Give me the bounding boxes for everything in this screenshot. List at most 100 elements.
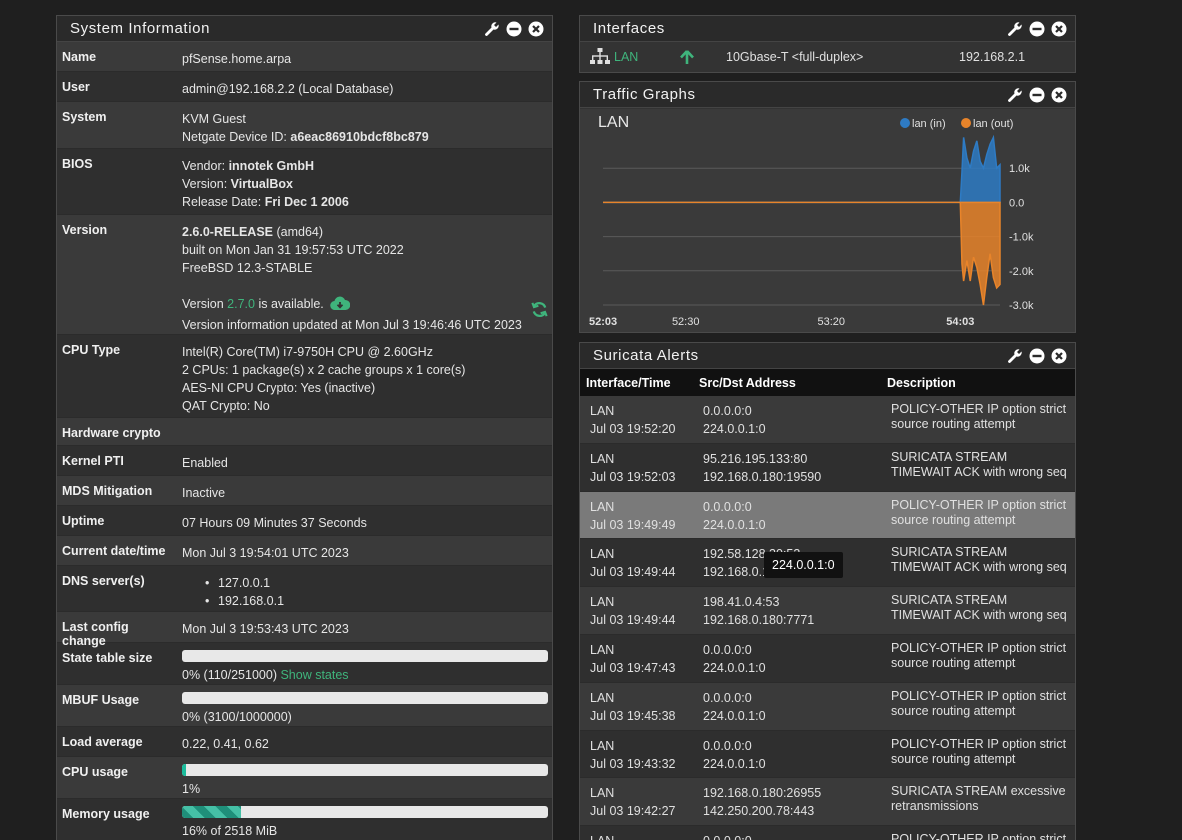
alert-time: Jul 03 19:47:43 bbox=[590, 660, 676, 675]
wrench-icon[interactable] bbox=[483, 20, 500, 37]
row-label: Name bbox=[62, 50, 97, 64]
alert-dst[interactable]: 142.250.200.78:443 bbox=[703, 802, 887, 820]
traffic-chart-svg: LAN lan (in) lan (out) 1.0k 0.0 -1.0k -2.0k… bbox=[589, 114, 1034, 328]
traffic-graph: LAN lan (in) lan (out) 1.0k 0.0 -1.0k -2.0k… bbox=[580, 109, 1075, 332]
row-label: System bbox=[62, 110, 107, 124]
alert-dst[interactable]: 224.0.0.1:0 bbox=[703, 420, 887, 438]
row-value: 0% (3100/1000000) bbox=[177, 685, 552, 726]
alert-interface-time: LAN Jul 03 19:49:44 bbox=[580, 545, 699, 586]
legend-in-swatch bbox=[900, 118, 910, 128]
alert-interface: LAN bbox=[590, 642, 615, 657]
row-label: Last config change bbox=[62, 620, 129, 648]
y-tick-label: -2.0k bbox=[1009, 266, 1034, 278]
state-table-bar bbox=[182, 650, 548, 662]
close-icon[interactable] bbox=[1050, 20, 1067, 37]
col-header-interface-time: Interface/Time bbox=[586, 375, 671, 390]
alert-src[interactable]: 0.0.0.0:0 bbox=[703, 832, 887, 840]
alert-interface: LAN bbox=[590, 738, 615, 753]
dns-server: 127.0.0.1 bbox=[182, 574, 547, 592]
version-freebsd: FreeBSD 12.3-STABLE bbox=[182, 261, 313, 275]
alert-dst[interactable]: 224.0.0.1:0 bbox=[703, 755, 887, 773]
alert-addresses: 0.0.0.0:0 224.0.0.1:0 bbox=[699, 737, 887, 778]
row-cpu-type: CPU Type Intel(R) Core(TM) i7-9750H CPU … bbox=[57, 335, 552, 418]
alert-row[interactable]: LAN Jul 03 19:49:49 0.0.0.0:0 224.0.0.1:0 PO… bbox=[580, 491, 1075, 540]
alert-src[interactable]: 95.216.195.133:80 bbox=[703, 450, 887, 468]
row-label: Memory usage bbox=[62, 807, 150, 821]
row-value: Intel(R) Core(TM) i7-9750H CPU @ 2.60GHz… bbox=[177, 335, 552, 417]
x-tick-label: 52:30 bbox=[672, 316, 700, 328]
arrow-up-icon bbox=[680, 49, 726, 65]
show-states-link[interactable]: Show states bbox=[280, 668, 348, 682]
alert-description: SURICATA STREAM excessive retransmission… bbox=[891, 784, 1066, 814]
legend-in-label[interactable]: lan (in) bbox=[912, 118, 946, 130]
alert-interface-time: LAN Jul 03 19:42:27 bbox=[580, 784, 699, 825]
alert-row[interactable]: LAN Jul 03 19:45:38 0.0.0.0:0 224.0.0.1:0 PO… bbox=[580, 682, 1075, 731]
row-label: CPU Type bbox=[62, 343, 121, 357]
minimize-icon[interactable] bbox=[1028, 20, 1045, 37]
alert-row[interactable]: LAN Jul 03 19:49:44 198.41.0.4:53 192.168.0… bbox=[580, 587, 1075, 635]
minimize-icon[interactable] bbox=[505, 20, 522, 37]
alert-row[interactable]: LAN Jul 03 19:43:32 0.0.0.0:0 224.0.0.1:0 PO… bbox=[580, 730, 1075, 779]
dns-server: 192.168.0.1 bbox=[182, 592, 547, 610]
alert-interface-time: LAN Jul 03 19:49:49 bbox=[580, 498, 699, 539]
alert-src[interactable]: 0.0.0.0:0 bbox=[703, 641, 887, 659]
cloud-download-icon[interactable] bbox=[330, 296, 351, 316]
alert-src[interactable]: 0.0.0.0:0 bbox=[703, 737, 887, 755]
cpu-qat: QAT Crypto: No bbox=[182, 399, 270, 413]
alert-interface-time: LAN Jul 03 19:45:38 bbox=[580, 689, 699, 730]
x-tick-label: 54:03 bbox=[946, 316, 974, 328]
alert-src[interactable]: 0.0.0.0:0 bbox=[703, 402, 887, 420]
close-icon[interactable] bbox=[1050, 86, 1067, 103]
bios-version: Version: VirtualBox bbox=[182, 177, 293, 191]
system-information-panel: System Information Name pfSense.home.arp… bbox=[56, 15, 553, 840]
close-icon[interactable] bbox=[527, 20, 544, 37]
alert-src[interactable]: 0.0.0.0:0 bbox=[703, 498, 887, 516]
alert-addresses: 0.0.0.0:0 224.0.0.1:0 bbox=[699, 402, 887, 443]
alert-row[interactable]: LAN Jul 03 19:42:27 192.168.0.180:26955 142… bbox=[580, 778, 1075, 827]
legend-out-label[interactable]: lan (out) bbox=[973, 118, 1013, 130]
alert-interface-time: LAN Jul 03 19:52:03 bbox=[580, 450, 699, 491]
alert-dst[interactable]: 224.0.0.1:0 bbox=[703, 659, 887, 677]
row-label: Load average bbox=[62, 735, 143, 749]
alert-src[interactable]: 0.0.0.0:0 bbox=[703, 689, 887, 707]
alert-dst[interactable]: 224.0.0.1:0 bbox=[703, 707, 887, 725]
row-label: User bbox=[62, 80, 90, 94]
alert-description: POLICY-OTHER IP option strict source rou… bbox=[891, 736, 1067, 766]
alert-src[interactable]: 198.41.0.4:53 bbox=[703, 593, 887, 611]
panel-title: Traffic Graphs bbox=[593, 86, 696, 103]
wrench-icon[interactable] bbox=[1006, 86, 1023, 103]
wrench-icon[interactable] bbox=[1006, 347, 1023, 364]
row-cpu-usage: CPU usage 1% bbox=[57, 757, 552, 799]
row-state-table: State table size 0% (110/251000) Show st… bbox=[57, 643, 552, 685]
alert-row[interactable]: LAN 0.0.0.0:0 POLICY-OTHER IP option stric… bbox=[580, 826, 1075, 840]
alert-dst[interactable]: 192.168.0.180:7771 bbox=[703, 611, 887, 629]
close-icon[interactable] bbox=[1050, 347, 1067, 364]
alert-interface: LAN bbox=[590, 690, 615, 705]
system-info-table: Name pfSense.home.arpa User admin@192.16… bbox=[57, 42, 552, 840]
alert-addresses: 192.168.0.180:26955 142.250.200.78:443 bbox=[699, 784, 887, 825]
alert-interface: LAN bbox=[590, 499, 615, 514]
alert-interface-time: LAN Jul 03 19:47:43 bbox=[580, 641, 699, 682]
alert-row[interactable]: LAN Jul 03 19:47:43 0.0.0.0:0 224.0.0.1:0 PO… bbox=[580, 634, 1075, 683]
row-value: 2.6.0-RELEASE (amd64) built on Mon Jan 3… bbox=[177, 215, 552, 334]
alert-dst[interactable]: 192.168.0.180:19590 bbox=[703, 468, 887, 486]
alert-dst[interactable]: 224.0.0.1:0 bbox=[703, 516, 887, 534]
minimize-icon[interactable] bbox=[1028, 86, 1045, 103]
refresh-icon[interactable] bbox=[530, 300, 549, 324]
alert-src[interactable]: 192.168.0.180:26955 bbox=[703, 784, 887, 802]
traffic-graphs-panel: Traffic Graphs LAN lan (in) lan (out) 1.… bbox=[579, 81, 1076, 333]
panel-header: System Information bbox=[57, 16, 552, 42]
y-tick-label: -3.0k bbox=[1009, 300, 1034, 312]
interface-media: 10Gbase-T <full-duplex> bbox=[726, 50, 864, 64]
panel-header: Suricata Alerts bbox=[580, 343, 1075, 369]
interface-name-link[interactable]: LAN bbox=[590, 47, 680, 67]
row-dns: DNS server(s) 127.0.0.1 192.168.0.1 bbox=[57, 566, 552, 612]
col-header-description: Description bbox=[887, 375, 956, 390]
alert-row[interactable]: LAN Jul 03 19:52:20 0.0.0.0:0 224.0.0.1:0 PO… bbox=[580, 396, 1075, 444]
wrench-icon[interactable] bbox=[1006, 20, 1023, 37]
row-value: 0% (110/251000) Show states bbox=[177, 643, 552, 684]
alert-description: POLICY-OTHER IP option strict source rou… bbox=[891, 402, 1067, 431]
alert-row[interactable]: LAN Jul 03 19:52:03 95.216.195.133:80 192.1… bbox=[580, 443, 1075, 492]
minimize-icon[interactable] bbox=[1028, 347, 1045, 364]
row-label: Version bbox=[62, 223, 108, 237]
